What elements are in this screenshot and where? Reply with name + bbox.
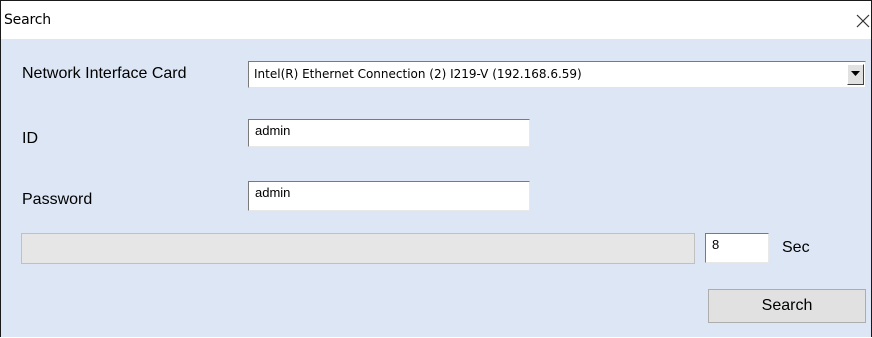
close-icon	[856, 14, 870, 28]
chevron-down-icon	[851, 71, 860, 76]
search-progress-bar	[21, 233, 695, 264]
id-input[interactable]: admin	[248, 119, 530, 147]
close-button[interactable]	[851, 9, 871, 31]
nic-select[interactable]: Intel(R) Ethernet Connection (2) I219-V …	[248, 61, 866, 88]
timeout-unit-label: Sec	[782, 239, 810, 256]
password-label: Password	[22, 191, 93, 208]
nic-label: Network Interface Card	[22, 65, 187, 82]
nic-dropdown-button[interactable]	[847, 64, 864, 85]
timeout-input[interactable]: 8	[705, 233, 769, 263]
search-dialog: Search Network Interface Card Intel(R) E…	[0, 0, 872, 337]
nic-selected-value: Intel(R) Ethernet Connection (2) I219-V …	[254, 67, 582, 81]
title-bar: Search	[1, 1, 871, 39]
search-button[interactable]: Search	[708, 289, 866, 323]
window-title: Search	[4, 12, 51, 28]
password-input[interactable]: admin	[248, 181, 530, 211]
id-label: ID	[22, 130, 38, 147]
